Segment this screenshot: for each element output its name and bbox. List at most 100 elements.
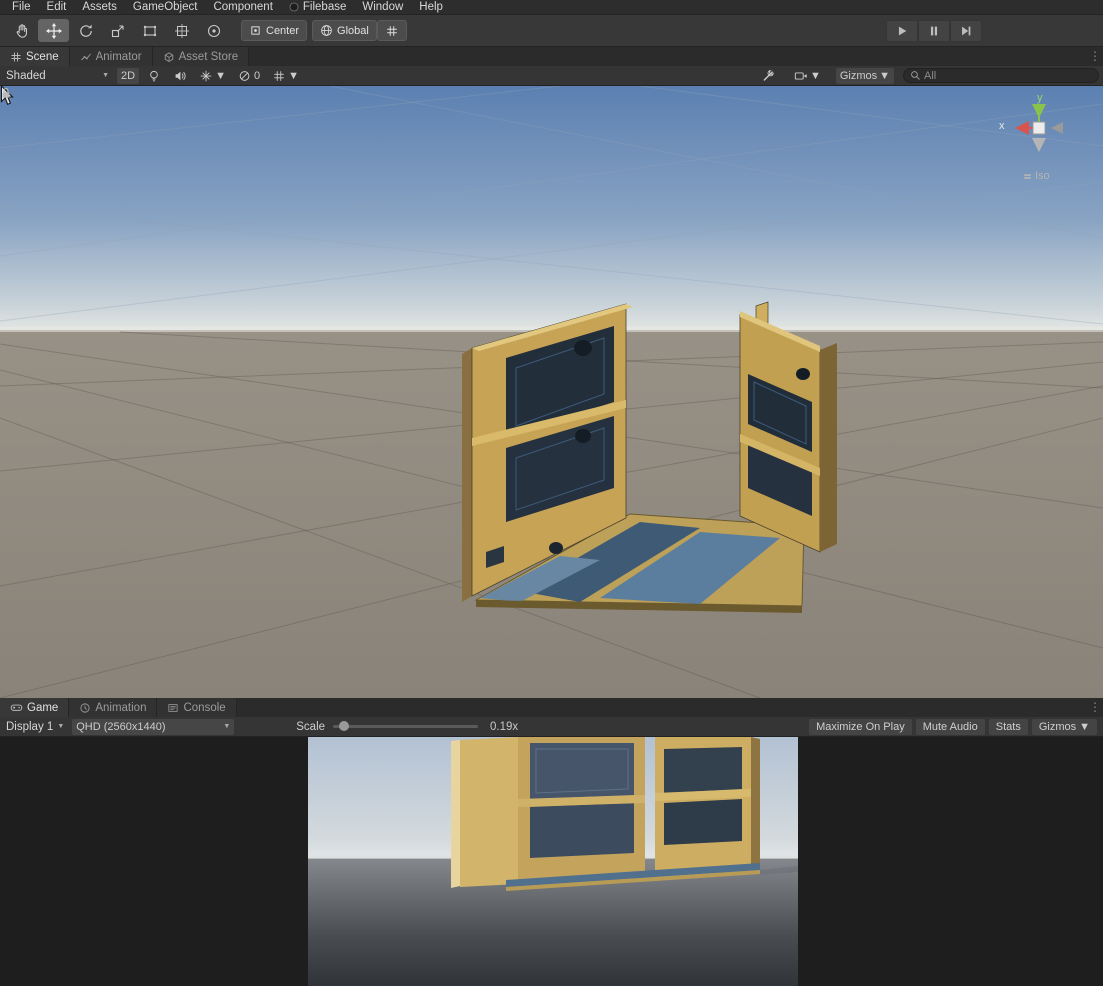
pivot-space-strip: Center Global — [241, 20, 377, 41]
grid-snap-icon — [387, 25, 397, 36]
scale-tool-button[interactable] — [102, 19, 133, 42]
menu-edit[interactable]: Edit — [39, 1, 75, 13]
search-icon — [911, 71, 920, 80]
scene-gizmos-dropdown[interactable]: Gizmos ▼ — [835, 67, 894, 84]
pivot-toggle-button[interactable]: Center — [241, 20, 308, 41]
game-tab-icon — [10, 704, 23, 711]
2d-toggle-button[interactable]: 2D — [117, 67, 140, 84]
pause-icon — [930, 26, 938, 36]
mute-audio-button[interactable]: Mute Audio — [915, 718, 985, 735]
tab-animator[interactable]: Animator — [69, 47, 153, 66]
menu-filebase-label: Filebase — [302, 1, 347, 13]
menu-gameobject[interactable]: GameObject — [125, 1, 206, 13]
scene-lighting-toggle[interactable] — [143, 68, 165, 84]
pivot-label: Center — [266, 24, 300, 37]
scale-slider-handle[interactable] — [339, 721, 350, 731]
scene-search-input[interactable] — [924, 69, 1092, 82]
scale-slider[interactable] — [333, 721, 479, 731]
transform-icon — [174, 23, 189, 38]
menu-file[interactable]: File — [4, 1, 39, 13]
step-button[interactable] — [950, 20, 982, 42]
draw-mode-dropdown[interactable]: Shaded ▼ — [0, 66, 115, 86]
lock-icon[interactable] — [0, 86, 12, 100]
scene-tab-bar: Scene Animator Asset Store ⋮ — [0, 47, 1103, 66]
filebase-icon — [289, 2, 299, 12]
tab-game-label: Game — [27, 701, 59, 714]
rotate-tool-button[interactable] — [70, 19, 101, 42]
scale-value: 0.19x — [490, 720, 519, 733]
menu-filebase[interactable]: Filebase — [281, 1, 354, 13]
stats-button[interactable]: Stats — [988, 718, 1028, 735]
move-tool-button[interactable] — [38, 19, 69, 42]
game-gizmos-label: Gizmos — [1038, 720, 1077, 733]
rect-tool-button[interactable] — [134, 19, 165, 42]
resolution-dropdown[interactable]: QHD (2560x1440) ▼ — [72, 718, 235, 735]
game-gizmos-dropdown[interactable]: Gizmos ▼ — [1031, 718, 1097, 735]
tab-scene[interactable]: Scene — [0, 47, 70, 66]
scene-grid-dropdown[interactable]: ▼ — [268, 68, 303, 84]
tab-animation[interactable]: Animation — [69, 698, 158, 717]
hand-icon — [16, 23, 27, 38]
scene-visibility-toggle[interactable]: 0 — [234, 68, 264, 84]
maximize-on-play-button[interactable]: Maximize On Play — [809, 718, 912, 735]
game-view-toolbar: Display 1 ▼ QHD (2560x1440) ▼ Scale 0.19… — [0, 717, 1103, 737]
scene-search-field[interactable] — [903, 68, 1099, 83]
step-icon — [962, 26, 971, 36]
space-label: Global — [337, 24, 369, 37]
grid-snap-button[interactable] — [377, 20, 407, 41]
pause-button[interactable] — [918, 20, 950, 42]
main-toolbar: Center Global — [0, 15, 1103, 47]
scene-panel-menu-icon[interactable]: ⋮ — [1089, 49, 1101, 63]
scene-tab-icon — [11, 52, 21, 61]
scene-audio-toggle[interactable] — [169, 68, 191, 84]
menu-component[interactable]: Component — [205, 1, 280, 13]
custom-tool-button[interactable] — [198, 19, 229, 42]
scene-3d-render — [0, 86, 1103, 698]
unity-editor-window: File Edit Assets GameObject Component Fi… — [0, 0, 1103, 986]
scene-tools-button[interactable] — [757, 68, 779, 84]
scene-camera-dropdown[interactable]: ▼ — [790, 68, 825, 84]
draw-mode-label: Shaded — [6, 69, 46, 82]
tab-animator-label: Animator — [95, 50, 142, 63]
pivot-icon — [251, 26, 260, 35]
space-toggle-button[interactable]: Global — [312, 20, 377, 41]
tab-animation-label: Animation — [95, 701, 147, 714]
game-render-area — [308, 737, 798, 986]
scene-effects-dropdown[interactable]: ▼ — [195, 68, 230, 84]
scale-label: Scale — [296, 720, 326, 733]
orientation-gizmo[interactable]: y x Iso — [999, 90, 1091, 200]
tab-console[interactable]: Console — [157, 698, 237, 717]
move-icon — [45, 22, 62, 39]
game-camera-render — [308, 737, 798, 986]
scene-view[interactable]: y x Iso — [0, 86, 1103, 698]
camera-icon — [794, 71, 807, 80]
playmode-strip — [886, 20, 982, 42]
iso-icon — [1024, 173, 1031, 179]
chevron-down-icon: ▼ — [1079, 720, 1090, 733]
play-button[interactable] — [886, 20, 918, 42]
transform-tool-button[interactable] — [166, 19, 197, 42]
game-view[interactable] — [0, 737, 1103, 986]
hand-tool-button[interactable] — [6, 19, 37, 42]
hidden-count: 0 — [253, 69, 261, 82]
menu-help[interactable]: Help — [411, 1, 451, 13]
hidden-objects-icon — [239, 70, 250, 81]
axis-x-label: x — [999, 120, 1005, 132]
animation-tab-icon — [80, 702, 90, 713]
display-dropdown[interactable]: Display 1 ▼ — [0, 717, 70, 737]
rect-tool-icon — [143, 25, 156, 36]
tab-game[interactable]: Game — [0, 698, 70, 717]
game-panel-menu-icon[interactable]: ⋮ — [1089, 700, 1101, 714]
menu-bar: File Edit Assets GameObject Component Fi… — [0, 0, 1103, 15]
transform-tool-strip — [6, 19, 229, 42]
scene-view-toolbar: Shaded ▼ 2D ▼ 0 ▼ ▼ Gizmos ▼ All — [0, 66, 1103, 86]
menu-window[interactable]: Window — [354, 1, 411, 13]
game-toolbar-right: Maximize On Play Mute Audio Stats Gizmos… — [809, 718, 1103, 735]
tab-asset-store[interactable]: Asset Store — [152, 47, 250, 66]
grid-icon — [274, 70, 284, 81]
tab-asset-store-label: Asset Store — [178, 50, 239, 63]
projection-toggle[interactable]: Iso — [1023, 170, 1050, 182]
game-toolbar-left: Display 1 ▼ QHD (2560x1440) ▼ Scale 0.19… — [0, 717, 518, 737]
menu-assets[interactable]: Assets — [74, 1, 125, 13]
scene-toolbar-right: ▼ Gizmos ▼ — [755, 67, 1103, 84]
